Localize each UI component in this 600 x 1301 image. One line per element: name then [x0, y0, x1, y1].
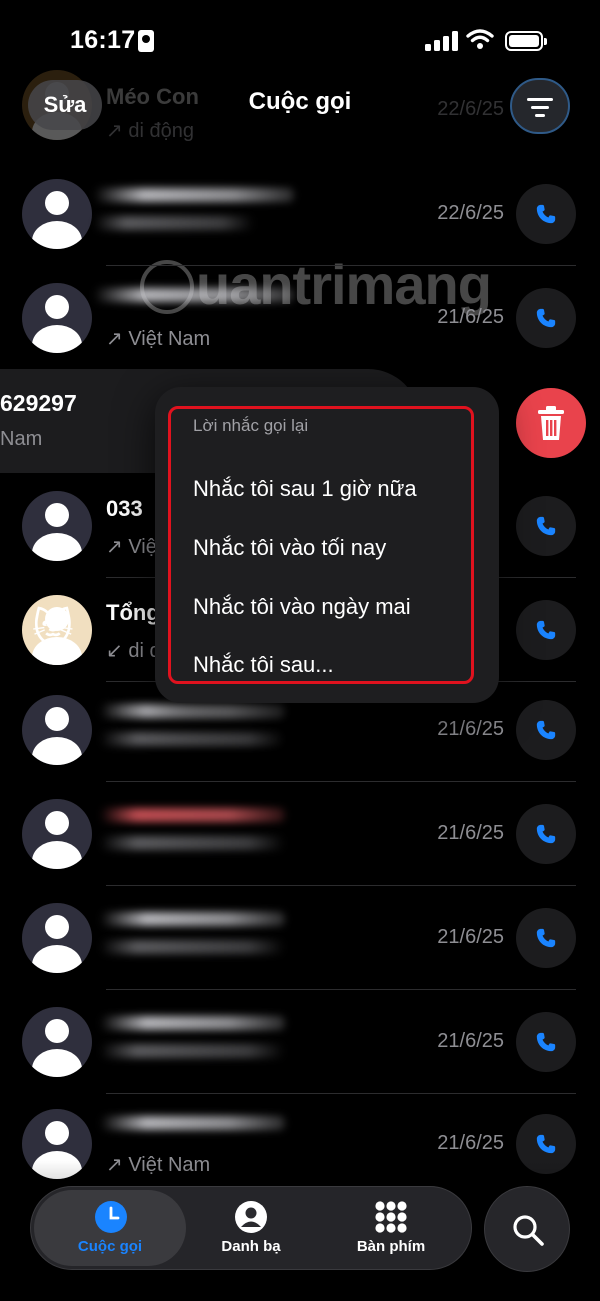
avatar	[22, 283, 92, 353]
call-subtitle: Nam	[0, 428, 43, 450]
call-row[interactable]: 21/6/25	[0, 990, 600, 1094]
call-row[interactable]: ↗ Việt Nam 21/6/25	[0, 266, 600, 370]
search-button[interactable]	[484, 1186, 570, 1272]
tab-keypad[interactable]: Bàn phím	[330, 1186, 452, 1270]
menu-item-remind-later[interactable]: Nhắc tôi sau...	[193, 652, 334, 678]
call-date: 21/6/25	[437, 306, 504, 328]
phone-icon	[536, 1134, 556, 1154]
delete-button[interactable]	[516, 388, 586, 458]
contact-card-icon	[138, 30, 154, 52]
tab-label: Bàn phím	[356, 1238, 426, 1255]
call-date: 21/6/25	[437, 822, 504, 844]
avatar	[22, 695, 92, 765]
filter-icon	[527, 98, 553, 101]
cat-emoji-icon: 🐱	[32, 607, 74, 651]
call-subtitle: ↗ Việ	[106, 536, 157, 558]
avatar	[22, 179, 92, 249]
phone-icon	[536, 928, 556, 948]
status-time: 16:17	[70, 26, 136, 54]
clock-icon	[95, 1201, 127, 1233]
tab-contacts[interactable]: Danh bạ	[190, 1186, 312, 1270]
contact-name: Tổng	[106, 600, 160, 625]
phone-icon	[536, 516, 556, 536]
call-subtitle: ↗ di động	[106, 120, 194, 142]
phone-icon	[536, 824, 556, 844]
avatar	[22, 799, 92, 869]
contact-number: 629297	[0, 390, 77, 416]
filter-button[interactable]	[510, 78, 570, 134]
contact-name: 033	[106, 496, 143, 521]
phone-icon	[536, 620, 556, 640]
phone-icon	[536, 204, 556, 224]
call-date: 21/6/25	[437, 1030, 504, 1052]
trash-icon	[538, 406, 564, 440]
phone-icon	[536, 308, 556, 328]
tab-recents[interactable]: Cuộc gọi	[34, 1186, 186, 1270]
avatar	[22, 1007, 92, 1077]
call-date: 21/6/25	[437, 1132, 504, 1154]
call-row[interactable]: 21/6/25	[0, 782, 600, 886]
avatar	[22, 903, 92, 973]
tab-label: Danh bạ	[221, 1238, 281, 1255]
tab-label: Cuộc gọi	[77, 1238, 143, 1255]
avatar	[22, 491, 92, 561]
call-row[interactable]: 21/6/25	[0, 886, 600, 990]
call-row[interactable]: 22/6/25	[0, 162, 600, 266]
call-subtitle: ↙ di d	[106, 640, 161, 662]
cellular-signal-icon	[425, 31, 459, 51]
menu-item-remind-1-hour[interactable]: Nhắc tôi sau 1 giờ nữa	[193, 476, 417, 502]
menu-item-remind-tonight[interactable]: Nhắc tôi vào tối nay	[193, 535, 386, 561]
wifi-icon	[466, 29, 494, 49]
menu-item-remind-tomorrow[interactable]: Nhắc tôi vào ngày mai	[193, 594, 411, 620]
call-subtitle: ↗ Việt Nam	[106, 328, 211, 350]
keypad-icon	[375, 1201, 407, 1233]
phone-icon	[536, 1032, 556, 1052]
call-date: 22/6/25	[437, 202, 504, 224]
call-date: 21/6/25	[437, 926, 504, 948]
battery-icon	[505, 31, 547, 51]
phone-icon	[536, 720, 556, 740]
call-date: 21/6/25	[437, 718, 504, 740]
menu-header: Lời nhắc gọi lại	[193, 416, 309, 435]
person-circle-icon	[235, 1201, 267, 1233]
search-icon	[513, 1215, 544, 1246]
